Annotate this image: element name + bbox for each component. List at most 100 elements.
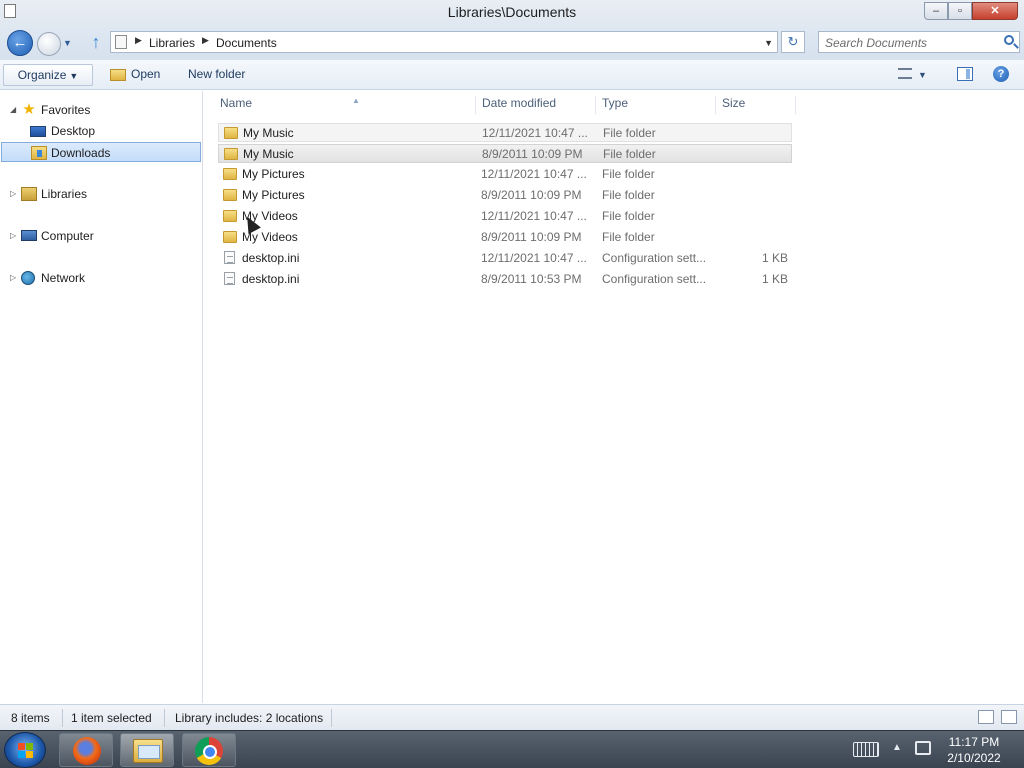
title-bar: Libraries\Documents – ▫ ✕ (0, 0, 1024, 28)
file-row[interactable]: My Music 12/11/2021 10:47 ... File folder (218, 123, 792, 142)
breadcrumb-documents[interactable]: Documents (216, 36, 277, 50)
collapsed-arrow-icon[interactable]: ▷ (10, 184, 16, 204)
file-name: My Music (243, 147, 294, 161)
file-name: desktop.ini (242, 251, 300, 265)
file-row[interactable]: My Videos 12/11/2021 10:47 ... File folder (218, 207, 792, 226)
column-header-size[interactable]: Size (716, 96, 796, 114)
show-hidden-icons-icon[interactable]: ▲ (892, 742, 902, 753)
sidebar-item-favorites[interactable]: ◢ ★ Favorites (0, 100, 200, 120)
column-header-type[interactable]: Type (596, 96, 716, 114)
status-divider (164, 709, 165, 727)
file-row[interactable]: My Music 8/9/2011 10:09 PM File folder (218, 144, 792, 163)
folder-icon (223, 231, 237, 243)
file-size: 1 KB (761, 251, 788, 265)
minimize-button[interactable]: – (924, 2, 948, 20)
navigation-pane: ◢ ★ Favorites Desktop Downloads ▷ Librar… (0, 91, 203, 703)
file-icon (224, 272, 235, 285)
breadcrumb-libraries[interactable]: Libraries (149, 36, 195, 50)
taskbar-firefox[interactable] (59, 733, 113, 767)
document-icon (115, 35, 127, 49)
column-header-label: Name (220, 96, 253, 110)
folder-icon (223, 168, 237, 180)
file-date-modified: 8/9/2011 10:09 PM (482, 147, 583, 161)
file-type: Configuration sett... (602, 251, 707, 265)
address-dropdown-icon[interactable]: ▼ (764, 38, 773, 48)
open-folder-icon (110, 68, 126, 81)
status-bar: 8 items 1 item selected Library includes… (0, 704, 1024, 730)
file-type: File folder (602, 167, 655, 181)
clock-time: 11:17 PM (948, 735, 1000, 749)
close-button[interactable]: ✕ (972, 2, 1018, 20)
taskbar-explorer[interactable] (120, 733, 174, 767)
column-header-date[interactable]: Date modified (476, 96, 596, 114)
network-status-icon[interactable] (915, 741, 931, 755)
column-header-name[interactable]: Name ▲ (214, 96, 476, 114)
preview-pane-icon[interactable] (957, 67, 973, 81)
help-icon[interactable]: ? (993, 66, 1009, 82)
downloads-icon (31, 146, 47, 160)
new-folder-button[interactable]: New folder (182, 64, 251, 86)
firefox-icon (73, 737, 101, 765)
open-button[interactable]: Open (104, 64, 166, 86)
file-row[interactable]: desktop.ini 12/11/2021 10:47 ... Configura… (218, 249, 792, 268)
forward-button[interactable] (37, 32, 61, 56)
chevron-down-icon: ▼ (69, 71, 79, 81)
status-divider (62, 709, 63, 727)
search-icon[interactable] (1004, 35, 1014, 45)
sidebar-item-libraries[interactable]: ▷ Libraries (0, 184, 200, 204)
details-view-icon[interactable] (978, 710, 994, 724)
search-box[interactable] (818, 31, 1020, 53)
sidebar-item-desktop[interactable]: Desktop (0, 121, 200, 141)
change-view-button[interactable]: ▼ (898, 67, 938, 83)
file-type: File folder (602, 230, 655, 244)
back-button[interactable]: ← (7, 30, 33, 56)
system-clock[interactable]: 11:17 PM 2/10/2022 (940, 734, 1008, 766)
navigation-bar: ← ▼ ↑ ▶ Libraries ▶ Documents ▼ ↻ (0, 28, 1024, 60)
file-date-modified: 12/11/2021 10:47 ... (481, 251, 587, 265)
sidebar-item-label: Libraries (41, 187, 88, 201)
sidebar-item-label: Desktop (51, 124, 96, 138)
recent-pages-chevron-down-icon[interactable]: ▼ (63, 38, 72, 48)
sidebar-item-computer[interactable]: ▷ Computer (0, 226, 200, 246)
collapsed-arrow-icon[interactable]: ▷ (10, 226, 16, 246)
file-date-modified: 8/9/2011 10:09 PM (481, 188, 582, 202)
large-icons-view-icon[interactable] (1001, 710, 1017, 724)
expanded-arrow-icon[interactable]: ◢ (10, 100, 16, 120)
column-headers: Name ▲ Date modified Type Size (204, 91, 1024, 116)
sidebar-item-network[interactable]: ▷ Network (0, 268, 200, 288)
file-name: desktop.ini (242, 272, 300, 286)
folder-icon (223, 189, 237, 201)
file-row[interactable]: desktop.ini 8/9/2011 10:53 PM Configuratio… (218, 270, 792, 289)
file-name: My Pictures (242, 188, 305, 202)
start-button[interactable] (4, 732, 46, 768)
address-bar[interactable]: ▶ Libraries ▶ Documents ▼ (110, 31, 778, 53)
maximize-button[interactable]: ▫ (948, 2, 972, 20)
details-view-icon (898, 68, 912, 79)
file-date-modified: 12/11/2021 10:47 ... (481, 209, 587, 223)
sidebar-item-label: Favorites (41, 103, 91, 117)
file-explorer-icon (133, 739, 163, 763)
search-input[interactable] (825, 35, 995, 50)
taskbar-chrome[interactable] (182, 733, 236, 767)
file-date-modified: 8/9/2011 10:09 PM (481, 230, 582, 244)
organize-button[interactable]: Organize ▼ (3, 64, 93, 86)
breadcrumb-separator-icon[interactable]: ▶ (202, 35, 209, 46)
computer-icon (21, 230, 37, 241)
selection-count: 1 item selected (71, 711, 152, 725)
file-row[interactable]: My Pictures 12/11/2021 10:47 ... File fold… (218, 165, 792, 184)
collapsed-arrow-icon[interactable]: ▷ (10, 268, 16, 288)
chevron-down-icon: ▼ (918, 70, 927, 80)
keyboard-icon[interactable] (853, 742, 879, 757)
command-bar: Organize ▼ Open New folder ▼ ? (0, 60, 1024, 90)
file-row[interactable]: My Videos 8/9/2011 10:09 PM File folder (218, 228, 792, 247)
refresh-button[interactable]: ↻ (781, 31, 805, 53)
breadcrumb-separator-icon[interactable]: ▶ (135, 35, 142, 46)
file-type: File folder (602, 209, 655, 223)
sidebar-item-downloads[interactable]: Downloads (1, 142, 201, 162)
libraries-icon (21, 187, 37, 201)
up-arrow-icon[interactable]: ↑ (87, 33, 105, 53)
library-locations: Library includes: 2 locations (175, 711, 324, 725)
chrome-icon (195, 737, 223, 765)
file-row[interactable]: My Pictures 8/9/2011 10:09 PM File folder (218, 186, 792, 205)
file-name: My Music (243, 126, 294, 140)
